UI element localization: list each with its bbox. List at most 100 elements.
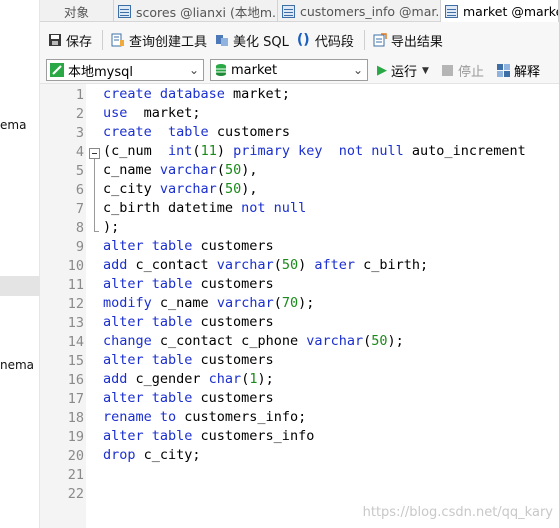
code-line[interactable]: add c_gender char(1);	[103, 370, 274, 389]
sql-text: );	[257, 371, 274, 387]
export-results-button[interactable]: 导出结果	[373, 31, 443, 50]
database-value: market	[231, 62, 278, 78]
query-builder-label: 查询创建工具	[129, 34, 208, 50]
code-line[interactable]: alter table customers	[103, 275, 274, 294]
stop-button[interactable]: 停止	[442, 61, 484, 80]
line-number: 17	[67, 391, 84, 407]
run-button[interactable]: ▶ 运行 ▼	[377, 61, 429, 80]
toolbar-divider	[102, 30, 104, 50]
parentheses-icon: ()	[296, 32, 310, 48]
sql-keyword: char	[208, 371, 242, 387]
code-line[interactable]: (c_num int(11) primary key not null auto…	[103, 142, 526, 161]
code-line[interactable]: alter table customers	[103, 313, 274, 332]
code-line[interactable]: create database market;	[103, 85, 290, 104]
sql-keyword: add	[103, 257, 128, 273]
code-line[interactable]: create table customers	[103, 123, 290, 142]
sql-text: c_contact c_phone	[151, 333, 307, 349]
line-number: 18	[67, 410, 84, 426]
chevron-down-icon: ⌄	[352, 63, 363, 77]
code-line[interactable]: c_birth datetime not null	[103, 199, 306, 218]
save-label: 保存	[66, 34, 93, 50]
sql-text: auto_increment	[403, 143, 526, 159]
tab-scores[interactable]: scores @lianxi (本地m...	[114, 0, 278, 22]
sql-keyword: alter table	[103, 390, 193, 406]
sql-keyword: alter table	[103, 238, 193, 254]
sql-keyword: not null	[241, 200, 307, 216]
sql-text: (	[273, 295, 282, 311]
code-line[interactable]: modify c_name varchar(70);	[103, 294, 314, 313]
sql-editor[interactable]: 1 create database market; 2 use market; 3 cre…	[40, 84, 559, 528]
database-select[interactable]: market ⌄	[210, 59, 368, 81]
code-line[interactable]: add c_contact varchar(50) after c_birth;	[103, 256, 428, 275]
code-line[interactable]: );	[103, 218, 119, 237]
sql-text: c_gender	[127, 371, 209, 387]
beautify-sql-button[interactable]: 美化 SQL	[215, 31, 289, 50]
line-number: 1	[75, 87, 84, 103]
sql-text: (	[192, 143, 201, 159]
sql-number: 50	[281, 257, 299, 273]
stop-label: 停止	[458, 65, 485, 80]
code-line[interactable]: c_name varchar(50),	[103, 161, 257, 180]
query-builder-button[interactable]: 查询创建工具	[111, 31, 207, 50]
sql-text: customers	[208, 124, 290, 140]
snippet-button[interactable]: () 代码段	[297, 31, 354, 50]
tab-bar: 对象 scores @lianxi (本地m... customers_info…	[40, 0, 559, 22]
sql-number: 11	[200, 143, 217, 159]
sql-text: (c_num	[103, 143, 169, 159]
code-line[interactable]: alter table customers	[103, 237, 274, 256]
sql-text: );	[387, 333, 404, 349]
code-line[interactable]: alter table customers	[103, 351, 274, 370]
tab-customers-info[interactable]: customers_info @mar...	[278, 0, 441, 22]
tab-market-query[interactable]: market @market	[441, 0, 559, 22]
fold-guide	[94, 159, 95, 231]
stop-icon	[442, 65, 453, 76]
table-icon	[118, 4, 131, 18]
line-number: 3	[75, 125, 84, 141]
connection-select[interactable]: 本地mysql ⌄	[46, 59, 204, 81]
save-button[interactable]: 保存	[48, 31, 92, 50]
sql-number: 50	[224, 181, 242, 197]
line-number: 21	[67, 467, 84, 483]
sql-keyword: table	[168, 124, 209, 140]
connection-value: 本地mysql	[68, 64, 133, 80]
tab-label: market @market	[463, 3, 559, 19]
sql-text: (	[216, 181, 225, 197]
sql-text: customers_info;	[176, 409, 307, 425]
code-line[interactable]: alter table customers_info	[103, 427, 314, 446]
explain-button[interactable]: 解释	[497, 61, 540, 80]
database-icon	[215, 63, 227, 77]
line-number: 7	[75, 201, 84, 217]
code-line[interactable]: drop c_city;	[103, 446, 201, 465]
sql-keyword: after	[314, 257, 356, 273]
beautify-icon	[215, 33, 229, 47]
run-label: 运行	[391, 65, 418, 80]
code-line[interactable]: alter table customers	[103, 389, 274, 408]
chevron-down-icon[interactable]: ▼	[422, 66, 429, 76]
line-number: 6	[75, 182, 84, 198]
play-icon: ▶	[377, 63, 387, 78]
sql-text: customers_info	[192, 428, 315, 444]
line-number: 9	[75, 239, 84, 255]
sql-number: 50	[224, 162, 242, 178]
table-icon	[282, 4, 295, 18]
code-line[interactable]: use market;	[103, 104, 201, 123]
left-panel-item[interactable]: ema	[0, 118, 26, 132]
sql-keyword: primary key	[233, 143, 323, 159]
sql-text: customers	[192, 314, 274, 330]
code-line[interactable]: rename to customers_info;	[103, 408, 306, 427]
query-builder-icon	[111, 33, 125, 47]
sql-text: market;	[224, 86, 290, 102]
line-number: 20	[67, 448, 84, 464]
export-label: 导出结果	[390, 34, 443, 50]
fold-collapse-icon[interactable]	[89, 148, 100, 159]
left-panel-item[interactable]: nema	[0, 358, 34, 372]
code-line[interactable]: change c_contact c_phone varchar(50);	[103, 332, 404, 351]
toolbar: 保存 查询创建工具 美化 SQL () 代码段 导出结果	[40, 22, 559, 58]
code-line[interactable]: c_city varchar(50),	[103, 180, 257, 199]
sql-keyword: alter table	[103, 276, 193, 292]
tab-label: 对象	[63, 4, 89, 20]
tab-objects[interactable]: 对象	[40, 0, 114, 22]
sql-keyword: varchar	[306, 333, 364, 349]
left-panel-selection[interactable]	[0, 276, 40, 296]
